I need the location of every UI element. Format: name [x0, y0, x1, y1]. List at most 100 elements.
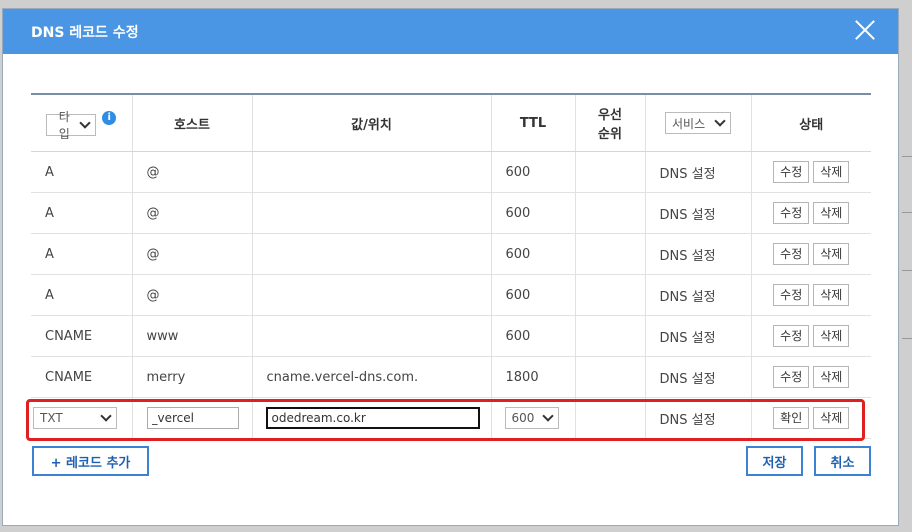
edit-service-cell: DNS 설정 — [644, 397, 751, 439]
record-host: @ — [131, 151, 252, 193]
host-input[interactable] — [146, 407, 239, 429]
delete-button[interactable]: 삭제 — [813, 325, 850, 347]
add-record-button[interactable]: + 레코드 추가 — [32, 446, 149, 476]
record-value — [251, 315, 491, 357]
record-priority — [574, 192, 645, 234]
record-priority — [574, 315, 645, 357]
record-type: CNAME — [31, 315, 132, 357]
column-state: 상태 — [750, 93, 871, 152]
table-row: A @600 DNS 설정 수정 삭제 — [31, 233, 871, 275]
edit-button[interactable]: 수정 — [773, 243, 810, 265]
ttl-select[interactable]: 600 — [504, 407, 559, 429]
background-divider — [902, 156, 912, 157]
value-input[interactable] — [265, 407, 480, 429]
close-icon[interactable] — [854, 19, 876, 41]
background-divider — [902, 212, 912, 213]
record-host: www — [131, 315, 252, 357]
record-ttl: 600 — [490, 151, 575, 193]
column-service: 서비스 — [644, 93, 751, 152]
dns-record-edit-dialog: DNS 레코드 수정 타입 i 호스트 값/위치 TTL 우선 순위 서비스 상태 — [2, 8, 899, 526]
delete-button[interactable]: 삭제 — [813, 366, 850, 388]
table-row: A @600 DNS 설정 수정 삭제 — [31, 274, 871, 316]
column-value: 값/위치 — [251, 93, 491, 152]
background-divider — [902, 338, 912, 339]
record-type: A — [31, 151, 132, 193]
record-priority — [574, 151, 645, 193]
record-ttl: 1800 — [490, 356, 575, 398]
dns-record-table: 타입 i 호스트 값/위치 TTL 우선 순위 서비스 상태 A @600 DNS 설정… — [31, 93, 871, 439]
record-ttl: 600 — [490, 233, 575, 275]
edit-button[interactable]: 수정 — [773, 284, 810, 306]
record-actions: 수정 삭제 — [750, 192, 871, 234]
delete-button[interactable]: 삭제 — [813, 407, 850, 429]
chevron-down-icon — [100, 410, 112, 422]
record-ttl: 600 — [490, 315, 575, 357]
column-ttl: TTL — [490, 93, 575, 152]
table-row: CNAME www 600 DNS 설정 수정 삭제 — [31, 315, 871, 357]
record-type: A — [31, 192, 132, 234]
delete-button[interactable]: 삭제 — [813, 161, 850, 183]
record-priority — [574, 356, 645, 398]
record-host: @ — [131, 274, 252, 316]
column-type: 타입 i — [31, 93, 132, 152]
edit-type-cell: TXT — [31, 397, 132, 439]
record-host: @ — [131, 192, 252, 234]
record-host: @ — [131, 233, 252, 275]
confirm-button[interactable]: 확인 — [773, 407, 810, 429]
record-host: merry — [131, 356, 252, 398]
edit-button[interactable]: 수정 — [773, 161, 810, 183]
edit-host-cell — [131, 397, 252, 439]
record-priority — [574, 233, 645, 275]
record-type: A — [31, 233, 132, 275]
column-host: 호스트 — [131, 93, 252, 152]
record-ttl: 600 — [490, 274, 575, 316]
record-actions: 수정 삭제 — [750, 315, 871, 357]
table-header-row: 타입 i 호스트 값/위치 TTL 우선 순위 서비스 상태 — [31, 93, 871, 152]
service-filter-select[interactable]: 서비스 — [665, 112, 731, 134]
record-actions: 수정 삭제 — [750, 274, 871, 316]
record-service: DNS 설정 — [644, 315, 751, 357]
edit-button[interactable]: 수정 — [773, 202, 810, 224]
edit-value-cell — [251, 397, 491, 439]
record-value: cname.vercel-dns.com. — [251, 356, 491, 398]
chevron-down-icon — [79, 117, 91, 129]
edit-ttl-cell: 600 — [490, 397, 575, 439]
record-type: A — [31, 274, 132, 316]
info-icon[interactable]: i — [102, 110, 117, 125]
chevron-down-icon — [541, 410, 554, 422]
dialog-title: DNS 레코드 수정 — [31, 25, 139, 41]
record-ttl: 600 — [490, 192, 575, 234]
edit-priority-cell — [574, 397, 645, 439]
delete-button[interactable]: 삭제 — [813, 202, 850, 224]
chevron-down-icon — [714, 115, 726, 127]
table-row: A @600 DNS 설정 수정 삭제 — [31, 151, 871, 193]
edit-actions: 확인 삭제 — [750, 397, 871, 439]
record-service: DNS 설정 — [644, 151, 751, 193]
edit-button[interactable]: 수정 — [773, 325, 810, 347]
record-value — [251, 151, 491, 193]
background-divider — [902, 270, 912, 271]
record-actions: 수정 삭제 — [750, 151, 871, 193]
dialog-header: DNS 레코드 수정 — [3, 9, 898, 54]
record-actions: 수정 삭제 — [750, 356, 871, 398]
table-row: CNAME merry cname.vercel-dns.com. 1800 DNS 설… — [31, 356, 871, 398]
save-button[interactable]: 저장 — [746, 446, 803, 476]
record-actions: 수정 삭제 — [750, 233, 871, 275]
record-service: DNS 설정 — [644, 356, 751, 398]
edit-row: TXT600DNS 설정확인삭제 — [31, 397, 871, 439]
record-service: DNS 설정 — [644, 233, 751, 275]
record-type-select[interactable]: TXT — [33, 407, 117, 429]
column-priority: 우선 순위 — [574, 93, 645, 152]
delete-button[interactable]: 삭제 — [813, 284, 850, 306]
edit-button[interactable]: 수정 — [773, 366, 810, 388]
cancel-button[interactable]: 취소 — [814, 446, 871, 476]
record-value — [251, 274, 491, 316]
type-filter-select[interactable]: 타입 — [46, 110, 97, 141]
record-value — [251, 233, 491, 275]
record-priority — [574, 274, 645, 316]
delete-button[interactable]: 삭제 — [813, 243, 850, 265]
record-service: DNS 설정 — [644, 274, 751, 316]
record-type: CNAME — [31, 356, 132, 398]
table-row: A @600 DNS 설정 수정 삭제 — [31, 192, 871, 234]
record-value — [251, 192, 491, 234]
